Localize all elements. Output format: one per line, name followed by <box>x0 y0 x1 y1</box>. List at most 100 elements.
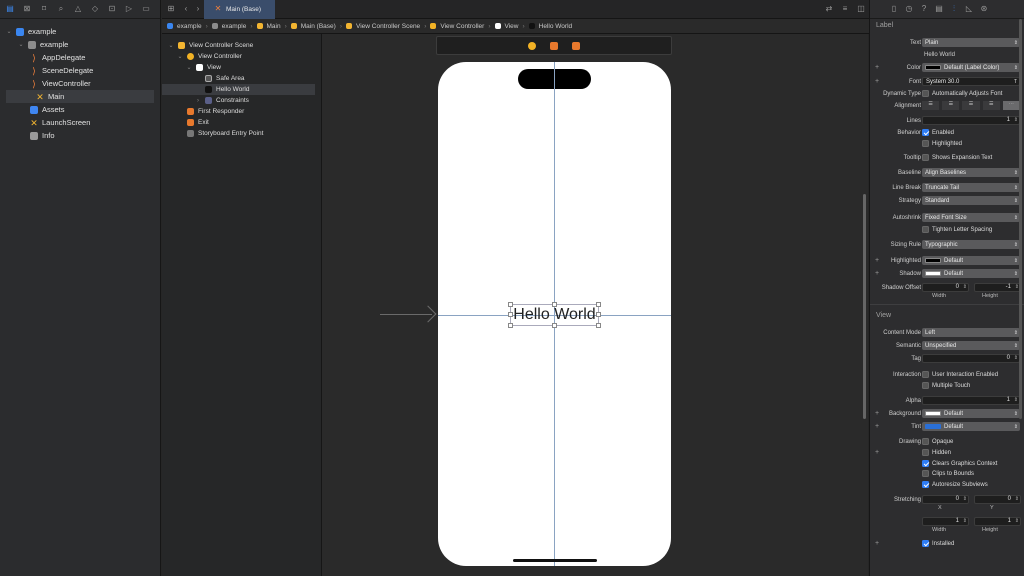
plus-icon[interactable]: + <box>875 540 879 547</box>
stretch-width-field[interactable]: 1 ⇕ <box>922 517 969 526</box>
stretch-y-field[interactable]: 0 ⇕ <box>974 495 1021 504</box>
file-item[interactable]: ⟩ SceneDelegate <box>0 64 160 77</box>
text-value-field[interactable]: Hello World <box>924 52 955 58</box>
jumpbar-item[interactable]: example <box>177 23 202 30</box>
breakpoint-icon[interactable]: ▷ <box>125 5 133 13</box>
align-natural-icon[interactable]: ⋯ <box>1002 101 1021 110</box>
plus-icon[interactable]: + <box>875 270 879 277</box>
plus-icon[interactable]: + <box>875 78 879 85</box>
disclosure-chevron-icon[interactable]: ⌄ <box>6 28 12 35</box>
file-item[interactable]: ⟩ AppDelegate <box>0 51 160 64</box>
checkbox[interactable] <box>922 470 929 477</box>
iphone-frame[interactable]: Hello World <box>438 62 671 566</box>
tooltip-checkbox[interactable]: Shows Expansion Text <box>922 154 992 161</box>
clears-checkbox[interactable]: Clears Graphics Context <box>922 460 997 467</box>
enabled-checkbox[interactable]: Enabled <box>922 129 954 136</box>
outline-item[interactable]: ⌄ View Controller <box>162 51 321 62</box>
align-right-icon[interactable]: ☰ <box>962 101 980 110</box>
baseline-select[interactable]: Align Baselines ⇕ <box>922 168 1020 177</box>
hidden-checkbox[interactable]: Hidden <box>922 449 951 456</box>
sizing-select[interactable]: Typographic ⇕ <box>922 240 1020 249</box>
jumpbar-item[interactable]: View Controller <box>440 23 484 30</box>
debug-icon[interactable]: ⊡ <box>108 5 116 13</box>
outline-item[interactable]: Exit <box>162 117 321 128</box>
outline-item[interactable]: Safe Area <box>162 73 321 84</box>
resize-handle[interactable] <box>508 323 513 328</box>
font-picker-icon[interactable]: T <box>1014 79 1017 85</box>
file-item[interactable]: ⌄ example <box>0 25 160 38</box>
disclosure-chevron-icon[interactable]: ⌄ <box>168 42 174 49</box>
outline-item[interactable]: ⌄ View Controller Scene <box>162 40 321 51</box>
checkbox[interactable] <box>922 129 929 136</box>
test-icon[interactable]: ◇ <box>91 5 99 13</box>
text-type-select[interactable]: Plain ⇕ <box>922 38 1020 47</box>
history-icon[interactable]: ◷ <box>905 5 913 13</box>
grid-icon[interactable]: ⊞ <box>167 5 175 13</box>
stepper-icon[interactable]: ⇕ <box>1014 397 1018 404</box>
font-field[interactable]: System 30.0 T <box>922 77 1020 86</box>
folder-icon[interactable]: ▤ <box>6 5 14 13</box>
disclosure-chevron-icon[interactable]: ⌄ <box>18 41 24 48</box>
resize-handle[interactable] <box>508 302 513 307</box>
refresh-icon[interactable]: ⇄ <box>825 5 833 13</box>
shadow-height-field[interactable]: -1 ⇕ <box>974 283 1021 292</box>
plus-icon[interactable]: + <box>875 410 879 417</box>
stepper-icon[interactable]: ⇕ <box>1015 518 1019 525</box>
plus-icon[interactable]: + <box>875 423 879 430</box>
installed-checkbox[interactable]: Installed <box>922 540 954 547</box>
first-responder-icon[interactable] <box>550 41 558 50</box>
checkbox[interactable] <box>922 438 929 445</box>
user-interaction-checkbox[interactable]: User Interaction Enabled <box>922 371 998 378</box>
size-icon[interactable]: ◺ <box>965 5 973 13</box>
stepper-icon[interactable]: ⇕ <box>1015 496 1019 503</box>
plus-icon[interactable]: + <box>875 257 879 264</box>
plus-icon[interactable]: + <box>875 64 879 71</box>
alpha-field[interactable]: 1 ⇕ <box>922 396 1020 405</box>
file-icon[interactable]: ▯ <box>890 5 898 13</box>
lines-field[interactable]: 1 ⇕ <box>922 116 1020 125</box>
checkbox[interactable] <box>922 226 929 233</box>
highlighted-checkbox[interactable]: Highlighted <box>922 140 962 147</box>
tighten-checkbox[interactable]: Tighten Letter Spacing <box>922 226 992 233</box>
resize-handle[interactable] <box>596 323 601 328</box>
jumpbar-item[interactable]: View <box>505 23 519 30</box>
checkbox[interactable] <box>922 382 929 389</box>
help-icon[interactable]: ? <box>920 5 928 13</box>
opaque-checkbox[interactable]: Opaque <box>922 438 953 445</box>
alignment-control[interactable]: ☰ ☰ ☰ ☰ ⋯ <box>922 101 1021 110</box>
checkbox[interactable] <box>922 449 929 456</box>
forward-icon[interactable]: › <box>194 5 202 13</box>
outline-item[interactable]: Hello World <box>162 84 315 95</box>
checkbox[interactable] <box>922 460 929 467</box>
outline-item[interactable]: ⌄ View <box>162 62 321 73</box>
file-item[interactable]: Assets <box>0 103 160 116</box>
outline-item[interactable]: First Responder <box>162 106 321 117</box>
resize-handle[interactable] <box>552 323 557 328</box>
autoshrink-select[interactable]: Fixed Font Size ⇕ <box>922 213 1020 222</box>
resize-handle[interactable] <box>596 312 601 317</box>
checkbox[interactable] <box>922 90 929 97</box>
hello-world-label[interactable]: Hello World <box>508 302 601 328</box>
tag-field[interactable]: 0 ⇕ <box>922 354 1020 363</box>
file-item[interactable]: Info <box>0 129 160 142</box>
identity-icon[interactable]: ▤ <box>935 5 943 13</box>
jumpbar-item[interactable]: Main (Base) <box>301 23 336 30</box>
plus-icon[interactable]: + <box>875 449 879 456</box>
dynamic-type-checkbox[interactable]: Automatically Adjusts Font <box>922 90 1002 97</box>
file-item[interactable]: ⟩ ViewController <box>0 77 160 90</box>
resize-handle[interactable] <box>508 312 513 317</box>
warning-icon[interactable]: △ <box>74 5 82 13</box>
outline-item[interactable]: Storyboard Entry Point <box>162 128 321 139</box>
disclosure-chevron-icon[interactable]: ⌄ <box>177 53 183 60</box>
checkbox[interactable] <box>922 140 929 147</box>
stretch-x-field[interactable]: 0 ⇕ <box>922 495 969 504</box>
strategy-select[interactable]: Standard ⇕ <box>922 196 1020 205</box>
file-item[interactable]: ✕ LaunchScreen <box>0 116 160 129</box>
resize-handle[interactable] <box>596 302 601 307</box>
tint-select[interactable]: Default ⇕ <box>922 422 1020 431</box>
source-control-icon[interactable]: ⊠ <box>23 5 31 13</box>
canvas-scrollbar[interactable] <box>863 194 866 419</box>
jumpbar-item[interactable]: example <box>222 23 247 30</box>
tab-main-base[interactable]: ✕ Main (Base) <box>204 0 276 19</box>
jumpbar-item[interactable]: Main <box>267 23 281 30</box>
